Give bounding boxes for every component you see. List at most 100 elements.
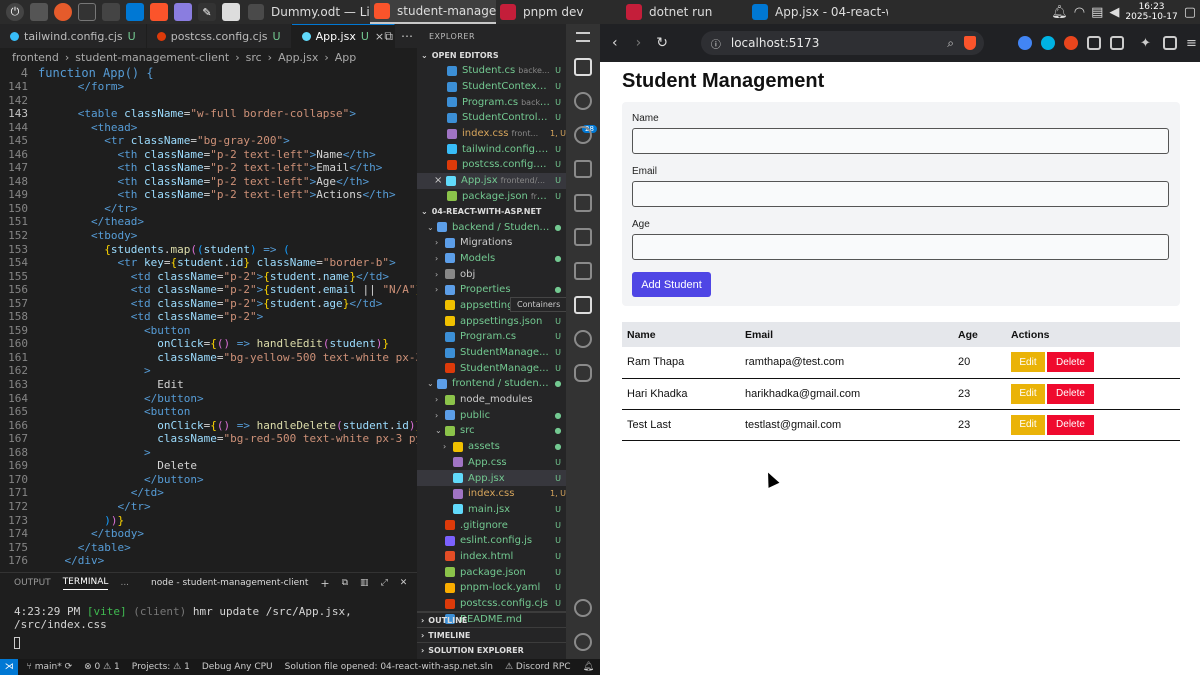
- explorer-item[interactable]: postcss.config.cjs... U: [417, 157, 566, 173]
- run-debug-icon[interactable]: [574, 160, 592, 178]
- build-config[interactable]: Debug Any CPU: [202, 662, 273, 672]
- extension-icon[interactable]: [1018, 36, 1033, 50]
- bell-icon[interactable]: 🔔︎: [1051, 5, 1068, 20]
- open-editors-header[interactable]: ⌄ OPEN EDITORS: [417, 48, 566, 63]
- terminal-output[interactable]: 4:23:29 PM [vite] (client) hmr update /s…: [0, 593, 417, 649]
- explorer-item[interactable]: › Models ●: [417, 251, 566, 267]
- site-info-icon[interactable]: ⓘ: [711, 36, 721, 51]
- edit-button[interactable]: Edit: [1011, 383, 1045, 404]
- explorer-item[interactable]: StudentManage... U: [417, 345, 566, 361]
- explorer-item[interactable]: tailwind.config.cj... U: [417, 141, 566, 157]
- age-input[interactable]: [632, 234, 1169, 260]
- edit-button[interactable]: Edit: [1011, 414, 1045, 435]
- project-header[interactable]: ⌄ 04-REACT-WITH-ASP.NET: [417, 204, 566, 219]
- explorer-item[interactable]: Program.cs U: [417, 329, 566, 345]
- more-actions-icon[interactable]: ⋯: [401, 29, 413, 43]
- breadcrumb-item[interactable]: App: [335, 51, 357, 64]
- explorer-item[interactable]: › Properties ●: [417, 282, 566, 298]
- breadcrumb-item[interactable]: src: [246, 51, 262, 64]
- panel-more[interactable]: ...: [120, 578, 129, 588]
- explorer-item[interactable]: main.jsx U: [417, 502, 566, 518]
- extension-icon-3[interactable]: [1064, 36, 1079, 50]
- explorer-section[interactable]: › TIMELINE: [417, 627, 566, 642]
- containers-icon[interactable]: [574, 296, 592, 314]
- delete-button[interactable]: Delete: [1047, 414, 1094, 435]
- editor-tab[interactable]: App.jsx U ×: [291, 24, 396, 48]
- breadcrumb-item[interactable]: frontend: [12, 51, 59, 64]
- sticky-scroll[interactable]: 4 function App() {: [0, 66, 417, 80]
- desktop-icon[interactable]: [30, 3, 48, 21]
- clock[interactable]: 16:23 2025-10-17: [1125, 2, 1177, 22]
- explorer-item[interactable]: ⌄ frontend / student... ●: [417, 376, 566, 392]
- vscode-icon[interactable]: [126, 3, 144, 21]
- solution-status[interactable]: Solution file opened: 04-react-with-asp.…: [285, 662, 493, 672]
- menu-icon[interactable]: [576, 32, 590, 42]
- explorer-item[interactable]: › node_modules: [417, 392, 566, 408]
- terminal-icon[interactable]: [78, 3, 96, 21]
- remote-indicator[interactable]: ⋊: [0, 659, 19, 675]
- search-icon[interactable]: [574, 126, 592, 144]
- notes-icon[interactable]: [174, 3, 192, 21]
- account-icon[interactable]: [574, 599, 592, 617]
- wallet-icon[interactable]: [1163, 36, 1178, 50]
- git-branch[interactable]: ⑂ main* ⟳: [26, 662, 72, 672]
- projects-indicator[interactable]: Projects: ⚠ 1: [132, 662, 190, 672]
- name-input[interactable]: [632, 128, 1169, 154]
- explorer-item[interactable]: package.jsonfron... U: [417, 189, 566, 205]
- address-bar[interactable]: ⓘ localhost:5173 ⌕: [700, 31, 985, 55]
- reload-icon[interactable]: ↻: [653, 35, 671, 51]
- editor-tab[interactable]: postcss.config.cjs U: [147, 24, 292, 48]
- app-launcher-icon[interactable]: ⏻: [6, 3, 24, 21]
- explorer-item[interactable]: eslint.config.js U: [417, 533, 566, 549]
- explorer-item[interactable]: StudentControlle... U: [417, 110, 566, 126]
- screenshot-icon[interactable]: [1110, 36, 1125, 50]
- menu-icon-browser[interactable]: ≡: [1186, 36, 1200, 51]
- explorer-item[interactable]: index.html U: [417, 549, 566, 565]
- explorer-item[interactable]: › public ●: [417, 407, 566, 423]
- problems-indicator[interactable]: ⊗ 0 ⚠ 1: [84, 662, 120, 672]
- email-input[interactable]: [632, 181, 1169, 207]
- taskbar-task[interactable]: student-manageme...: [370, 0, 496, 24]
- files-icon[interactable]: [102, 3, 120, 21]
- clipboard-icon[interactable]: ▤: [1091, 5, 1103, 20]
- settings-gear-icon[interactable]: [574, 633, 592, 651]
- taskbar-task[interactable]: pnpm dev: [496, 0, 622, 24]
- add-student-button[interactable]: Add Student: [632, 272, 711, 297]
- explorer-item[interactable]: StudentManage... U: [417, 360, 566, 376]
- tab-output[interactable]: OUTPUT: [14, 578, 51, 588]
- explorer-item[interactable]: pnpm-lock.yaml U: [417, 580, 566, 596]
- close-editor-icon[interactable]: ×: [434, 175, 446, 186]
- explorer-item[interactable]: App.jsx U: [417, 470, 566, 486]
- tab-terminal[interactable]: TERMINAL: [62, 577, 109, 590]
- explorer-item[interactable]: index.css 1, U: [417, 486, 566, 502]
- notifications-icon[interactable]: 🔔︎: [583, 662, 594, 672]
- discord-rpc[interactable]: ⚠ Discord RPC: [505, 662, 571, 672]
- breadcrumb-item[interactable]: App.jsx: [278, 51, 318, 64]
- extensions-icon[interactable]: [574, 194, 592, 212]
- explorer-item[interactable]: package.json U: [417, 564, 566, 580]
- forward-icon[interactable]: ›: [630, 35, 648, 51]
- source-control-icon[interactable]: [574, 92, 592, 110]
- zoom-icon[interactable]: ⌕: [947, 36, 954, 51]
- split-terminal-icon[interactable]: ⧉: [342, 578, 348, 588]
- explorer-item[interactable]: .gitignore U: [417, 517, 566, 533]
- split-editor-icon[interactable]: ⧉: [384, 29, 393, 44]
- explorer-item[interactable]: App.css U: [417, 455, 566, 471]
- terminal-task-name[interactable]: node - student-management-client: [151, 578, 308, 588]
- back-icon[interactable]: ‹: [606, 35, 624, 51]
- close-panel-icon[interactable]: ✕: [400, 578, 408, 588]
- explorer-item[interactable]: Student.cs backe... U: [417, 63, 566, 79]
- brave-icon[interactable]: [150, 3, 168, 21]
- trash-icon[interactable]: ▥: [360, 578, 369, 588]
- explorer-icon[interactable]: [574, 58, 592, 76]
- explorer-item[interactable]: › obj: [417, 266, 566, 282]
- explorer-item[interactable]: › assets ●: [417, 439, 566, 455]
- show-desktop-icon[interactable]: ▢: [1184, 5, 1196, 20]
- delete-button[interactable]: Delete: [1047, 352, 1094, 373]
- explorer-item[interactable]: Program.cs backe... U: [417, 94, 566, 110]
- delete-button[interactable]: Delete: [1047, 383, 1094, 404]
- leo-icon[interactable]: ✦: [1140, 36, 1154, 51]
- brave-shields-icon[interactable]: [964, 36, 977, 50]
- taskbar-task[interactable]: App.jsx - 04-react-wi...: [748, 0, 888, 24]
- new-terminal-icon[interactable]: +: [320, 577, 329, 590]
